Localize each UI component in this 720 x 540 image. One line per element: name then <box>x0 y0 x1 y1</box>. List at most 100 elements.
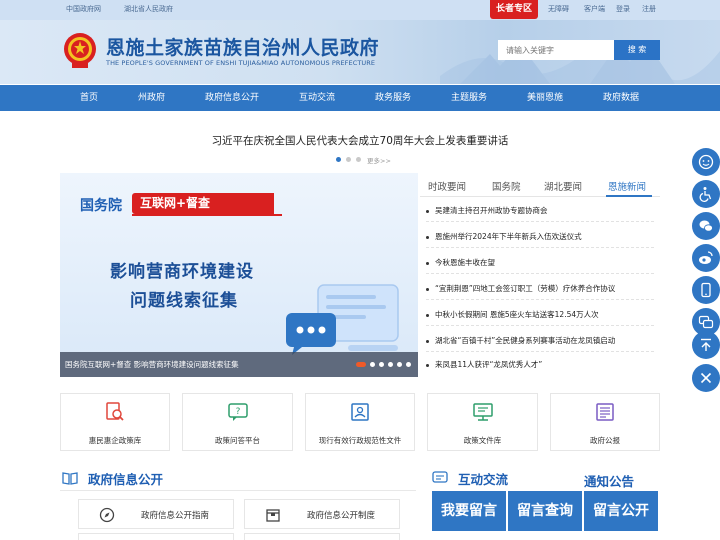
service-card-label: 惠民惠企政策库 <box>88 436 142 445</box>
news-list-item[interactable]: 中秋小长假期间 恩施5座火车站送客12.54万人次 <box>426 309 654 320</box>
header-banner: 恩施土家族苗族自治州人民政府 THE PEOPLE'S GOVERNMENT O… <box>0 20 720 84</box>
slide-dot[interactable] <box>388 362 393 367</box>
nav-item-interaction[interactable]: 互动交流 <box>299 85 335 111</box>
site-subtitle: THE PEOPLE'S GOVERNMENT OF ENSHI TUJIA&M… <box>106 59 376 67</box>
top-bar: 中国政府网 湖北省人民政府 长者专区 无障碍 客户端 登录 注册 <box>0 0 720 20</box>
elder-mode-button[interactable]: 长者专区 <box>490 0 538 19</box>
service-card-policy-files[interactable]: 政策文件库 <box>427 393 538 451</box>
svg-text:?: ? <box>235 407 240 417</box>
nav-item-info-disclosure[interactable]: 政府信息公开 <box>205 85 259 111</box>
service-card-normative-docs[interactable]: 现行有效行政规范性文件 <box>305 393 415 451</box>
national-emblem-icon <box>64 33 96 68</box>
headline-news[interactable]: 习近平在庆祝全国人民代表大会成立70周年大会上发表重要讲话 <box>0 133 720 148</box>
tab-enshi-news[interactable]: 恩施新闻 <box>608 179 646 193</box>
leave-message-tile[interactable]: 我要留言 <box>432 491 506 531</box>
link-accessibility[interactable]: 无障碍 <box>548 4 569 14</box>
slide-caption-bar: 国务院互联网+督查 影响营商环境建设问题线索征集 <box>60 352 418 377</box>
float-mobile-button[interactable] <box>692 276 720 304</box>
float-weibo-button[interactable] <box>692 244 720 272</box>
nav-item-theme-services[interactable]: 主题服务 <box>451 85 487 111</box>
float-accessibility-button[interactable] <box>692 180 720 208</box>
pager-dot[interactable] <box>346 157 351 162</box>
bullet-icon <box>426 313 429 317</box>
slide-dot[interactable] <box>379 362 384 367</box>
slide-dot[interactable] <box>397 362 402 367</box>
service-card-policy-library[interactable]: 惠民惠企政策库 <box>60 393 170 451</box>
gov-info-next-row <box>244 533 400 540</box>
slide-caption[interactable]: 国务院互联网+督查 影响营商环境建设问题线索征集 <box>65 359 239 370</box>
nav-item-gov-data[interactable]: 政府数据 <box>603 85 639 111</box>
compass-icon <box>99 507 115 523</box>
wechat-icon <box>699 220 713 232</box>
chat-bubbles-icon <box>698 315 714 329</box>
box-icon <box>266 509 280 522</box>
gov-info-system-label: 政府信息公开制度 <box>307 511 376 521</box>
nav-item-state-gov[interactable]: 州政府 <box>138 85 165 111</box>
news-title[interactable]: “宜荆荆恩”四地工会签订职工（劳模）疗休养合作协议 <box>435 284 615 293</box>
news-list-item[interactable]: 湖北省“百镇千村”全民健身系列赛事活动在龙凤镇启动 <box>426 335 654 346</box>
open-book-icon <box>62 472 78 485</box>
news-tabs: 时政要闻 国务院 湖北要闻 恩施新闻 <box>420 173 660 197</box>
bullet-icon <box>426 261 429 265</box>
news-title[interactable]: 中秋小长假期间 恩施5座火车站送客12.54万人次 <box>435 310 599 319</box>
chat-icon <box>432 471 448 483</box>
slide-tag: 互联网+督查 <box>132 193 274 214</box>
tab-hubei-news[interactable]: 湖北要闻 <box>544 179 582 193</box>
news-title[interactable]: 来凤县11人获评“龙凤优秀人才” <box>435 360 542 369</box>
pager-dot[interactable] <box>336 157 341 162</box>
site-title: 恩施土家族苗族自治州人民政府 <box>106 37 380 59</box>
link-register[interactable]: 注册 <box>642 4 656 14</box>
news-list-item[interactable]: 吴建清主持召开州政协专题协商会 <box>426 205 654 216</box>
mobile-phone-icon <box>701 282 711 298</box>
service-card-gov-gazette[interactable]: 政府公报 <box>550 393 660 451</box>
slide-brand: 国务院 <box>80 198 122 214</box>
service-card-qa-platform[interactable]: ? 政策问答平台 <box>182 393 293 451</box>
float-wechat-button[interactable] <box>692 212 720 240</box>
headline-more-link[interactable]: 更多>> <box>367 155 391 165</box>
slide-dot[interactable] <box>356 362 366 367</box>
news-title[interactable]: 吴建清主持召开州政协专题协商会 <box>435 206 548 215</box>
chat-bubble-illustration <box>286 284 399 355</box>
news-list-item[interactable]: 来凤县11人获评“龙凤优秀人才” <box>426 359 654 370</box>
divider <box>426 221 654 222</box>
nav-item-home[interactable]: 首页 <box>80 85 98 111</box>
bullet-icon <box>426 235 429 239</box>
gazette-icon <box>596 403 614 421</box>
slide-dot[interactable] <box>370 362 375 367</box>
float-elder-service-button[interactable] <box>692 148 720 176</box>
search-input[interactable] <box>498 40 614 60</box>
link-hubei-gov[interactable]: 湖北省人民政府 <box>124 4 173 14</box>
service-card-label: 政府公报 <box>590 436 620 445</box>
tab-state-council[interactable]: 国务院 <box>492 179 521 193</box>
tab-current-affairs[interactable]: 时政要闻 <box>428 179 466 193</box>
gov-info-system-button[interactable]: 政府信息公开制度 <box>244 499 400 529</box>
bullet-icon <box>426 287 429 291</box>
wheelchair-icon <box>699 187 712 202</box>
link-client-app[interactable]: 客户端 <box>584 4 605 14</box>
link-gov-cn[interactable]: 中国政府网 <box>66 4 101 14</box>
news-title[interactable]: 恩施州举行2024年下半年新兵入伍欢送仪式 <box>435 232 582 241</box>
nav-item-gov-services[interactable]: 政务服务 <box>375 85 411 111</box>
message-query-tile[interactable]: 留言查询 <box>508 491 582 531</box>
pager-dot[interactable] <box>356 157 361 162</box>
search-button[interactable]: 搜 索 <box>614 40 660 60</box>
main-nav: 首页 州政府 政府信息公开 互动交流 政务服务 主题服务 美丽恩施 政府数据 <box>0 85 720 111</box>
slide-dot[interactable] <box>406 362 411 367</box>
news-title[interactable]: 今秋恩施丰收在望 <box>435 258 495 267</box>
news-title[interactable]: 湖北省“百镇千村”全民健身系列赛事活动在龙凤镇启动 <box>435 336 615 345</box>
float-back-to-top-button[interactable] <box>692 331 720 359</box>
section-title-notice[interactable]: 通知公告 <box>584 471 634 490</box>
document-people-icon <box>351 403 369 421</box>
nav-item-beautiful-enshi[interactable]: 美丽恩施 <box>527 85 563 111</box>
gov-info-guide-button[interactable]: 政府信息公开指南 <box>78 499 234 529</box>
float-close-button[interactable] <box>692 364 720 392</box>
service-card-label: 政策文件库 <box>463 436 502 445</box>
chat-smile-icon <box>698 154 714 170</box>
news-list-item[interactable]: 恩施州举行2024年下半年新兵入伍欢送仪式 <box>426 231 654 242</box>
featured-slider[interactable]: 国务院 互联网+督查 影响营商环境建设 问题线索征集 国务院互联网+督查 影响营… <box>60 173 418 377</box>
news-list-item[interactable]: “宜荆荆恩”四地工会签订职工（劳模）疗休养合作协议 <box>426 283 654 294</box>
news-list-item[interactable]: 今秋恩施丰收在望 <box>426 257 654 268</box>
link-login[interactable]: 登录 <box>616 4 630 14</box>
slide-headline-line2: 问题线索征集 <box>130 291 238 311</box>
message-public-tile[interactable]: 留言公开 <box>584 491 658 531</box>
